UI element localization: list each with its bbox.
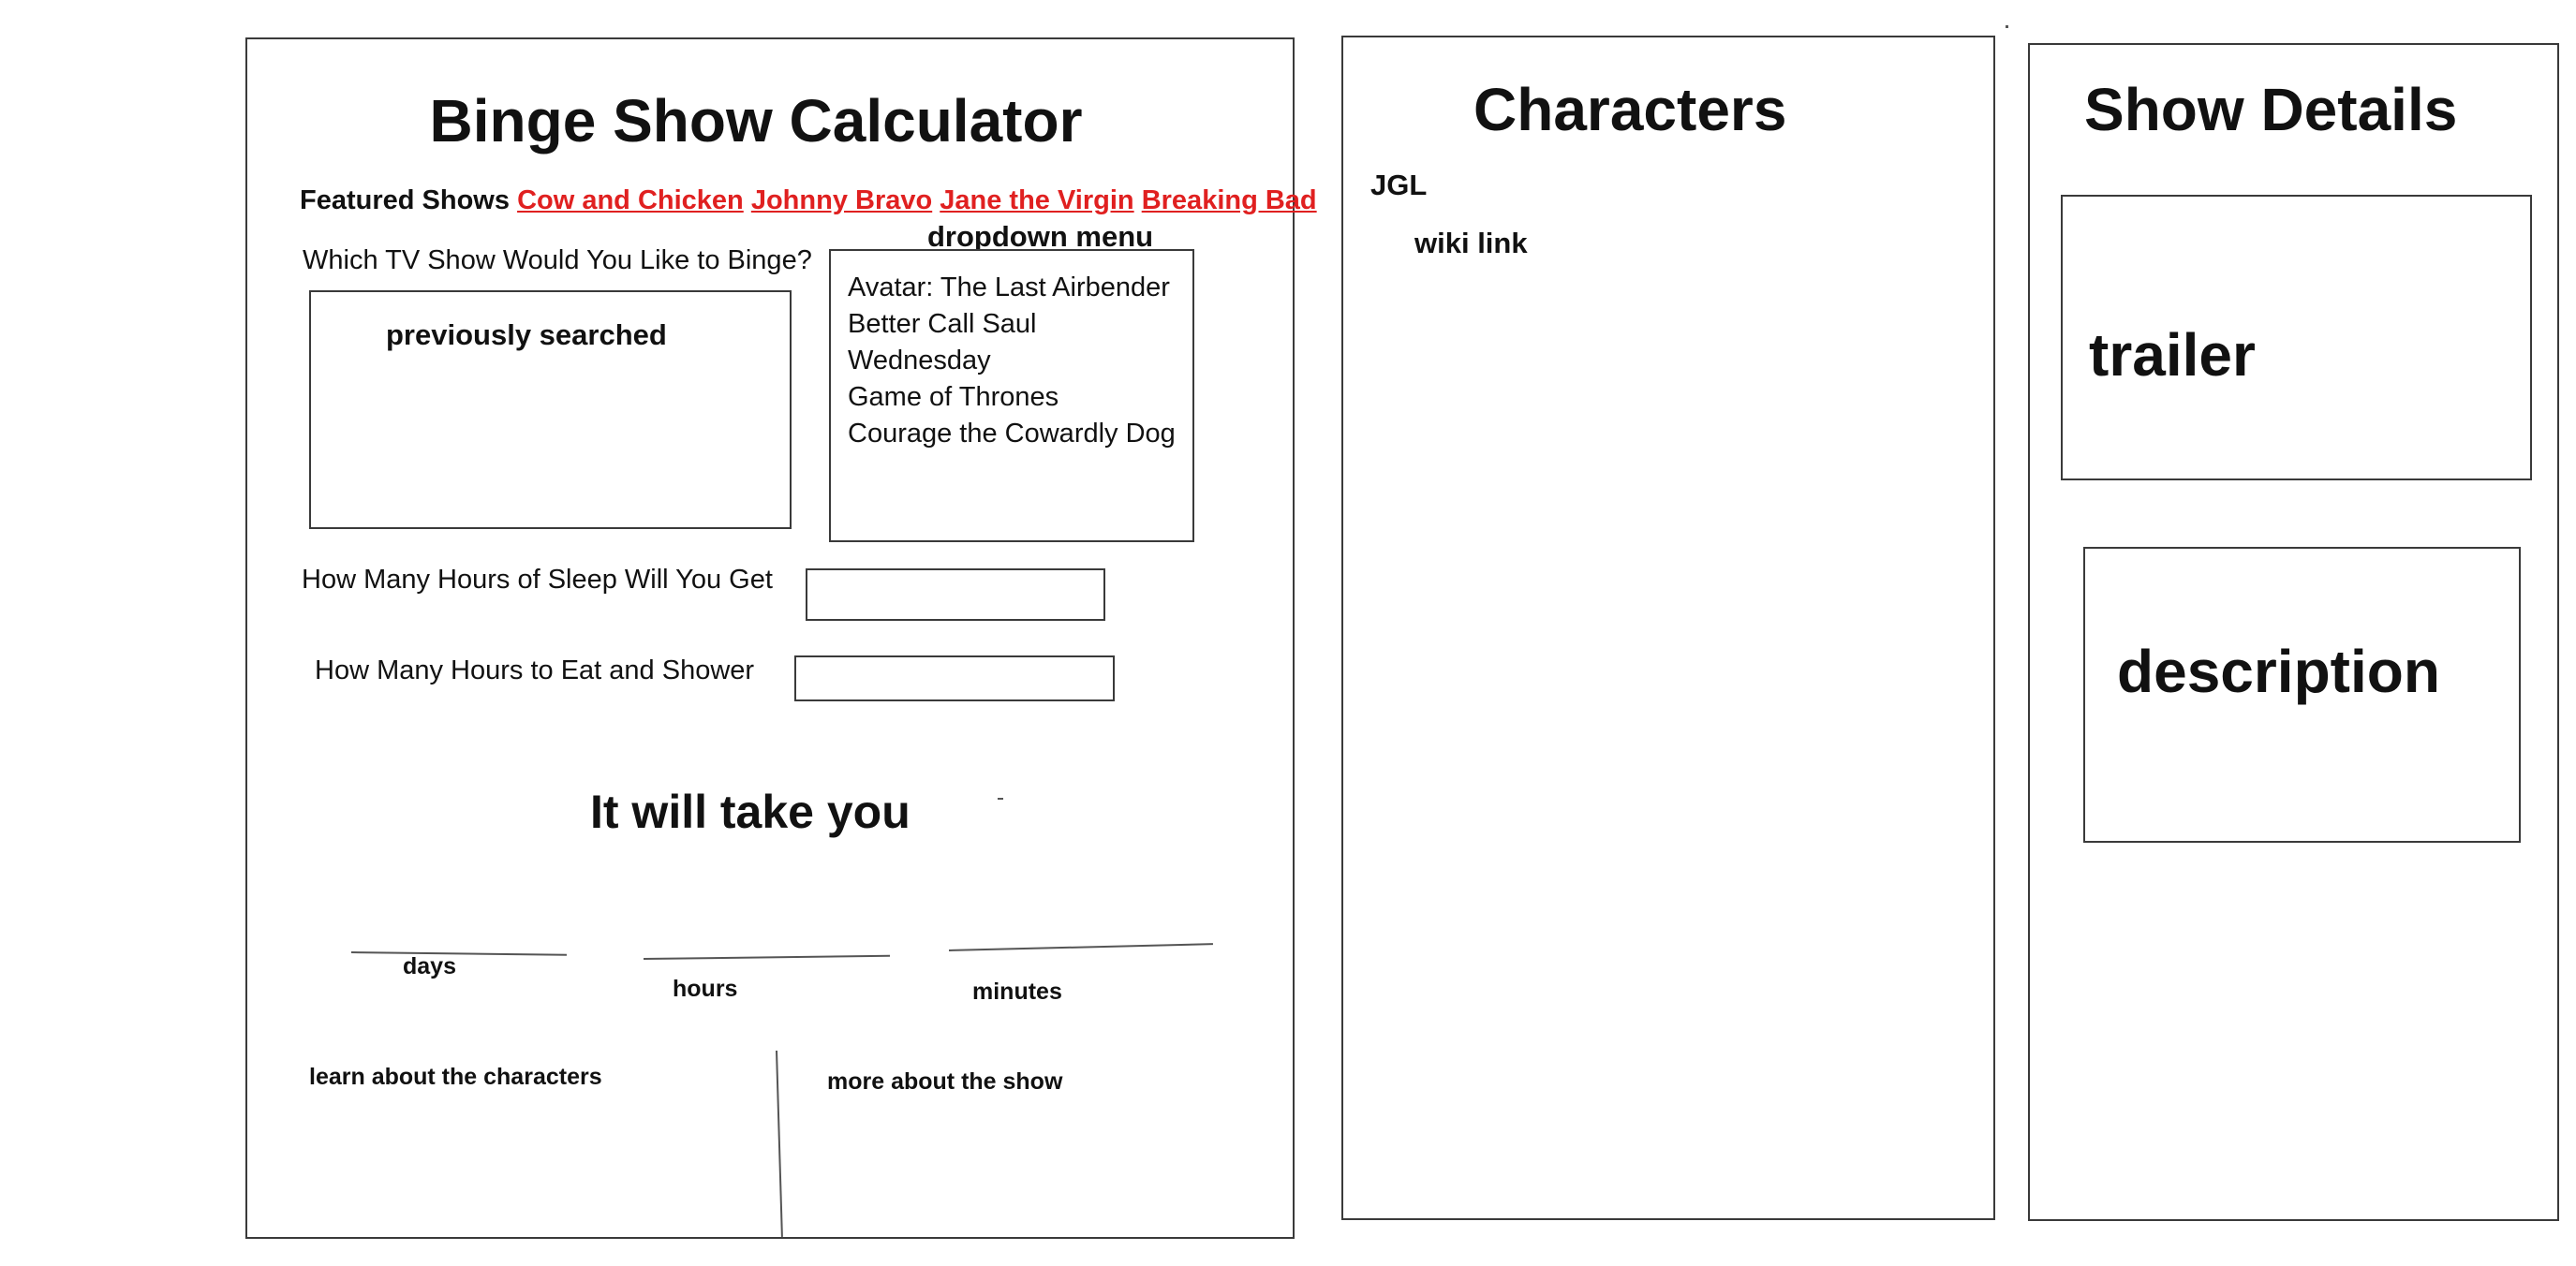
dropdown-option[interactable]: Better Call Saul [848,306,1192,343]
result-heading: It will take you [590,786,910,838]
dropdown-option[interactable]: Game of Thrones [848,379,1192,416]
show-dropdown-menu[interactable]: Avatar: The Last Airbender Better Call S… [829,249,1194,542]
stray-dot [2006,25,2008,28]
dropdown-option[interactable]: Courage the Cowardly Dog [848,416,1192,452]
sleep-hours-label: How Many Hours of Sleep Will You Get [302,565,773,595]
dropdown-option[interactable]: Wednesday [848,343,1192,379]
featured-show-link-cow-and-chicken[interactable]: Cow and Chicken [517,185,744,215]
featured-shows-label: Featured Shows [300,185,510,215]
description-label: description [2117,638,2440,705]
featured-show-link-johnny-bravo[interactable]: Johnny Bravo [751,185,932,215]
characters-panel [1341,36,1995,1220]
previously-searched-label: previously searched [386,318,667,351]
dropdown-options-list: Avatar: The Last Airbender Better Call S… [848,270,1192,452]
show-question-label: Which TV Show Would You Like to Binge? [303,245,812,275]
days-label: days [403,953,456,979]
more-about-show-link[interactable]: more about the show [827,1068,1062,1096]
featured-show-link-breaking-bad[interactable]: Breaking Bad [1142,185,1317,215]
character-wiki-link[interactable]: wiki link [1414,227,1528,260]
stray-mark [998,798,1003,800]
sleep-hours-input[interactable] [806,568,1105,621]
calculator-panel [245,37,1295,1239]
page-title: Binge Show Calculator [429,87,1083,155]
dropdown-option[interactable]: Avatar: The Last Airbender [848,270,1192,306]
minutes-label: minutes [972,979,1062,1005]
show-details-title: Show Details [2084,76,2458,143]
featured-show-link-jane-the-virgin[interactable]: Jane the Virgin [940,185,1133,215]
trailer-label: trailer [2089,321,2256,389]
hours-label: hours [673,976,738,1002]
featured-shows-row: Featured Shows Cow and Chicken Johnny Br… [300,185,1317,216]
character-name: JGL [1370,169,1428,201]
characters-title: Characters [1473,76,1787,143]
eat-shower-hours-input[interactable] [794,655,1115,701]
eat-shower-hours-label: How Many Hours to Eat and Shower [315,655,755,685]
learn-characters-link[interactable]: learn about the characters [309,1064,602,1091]
